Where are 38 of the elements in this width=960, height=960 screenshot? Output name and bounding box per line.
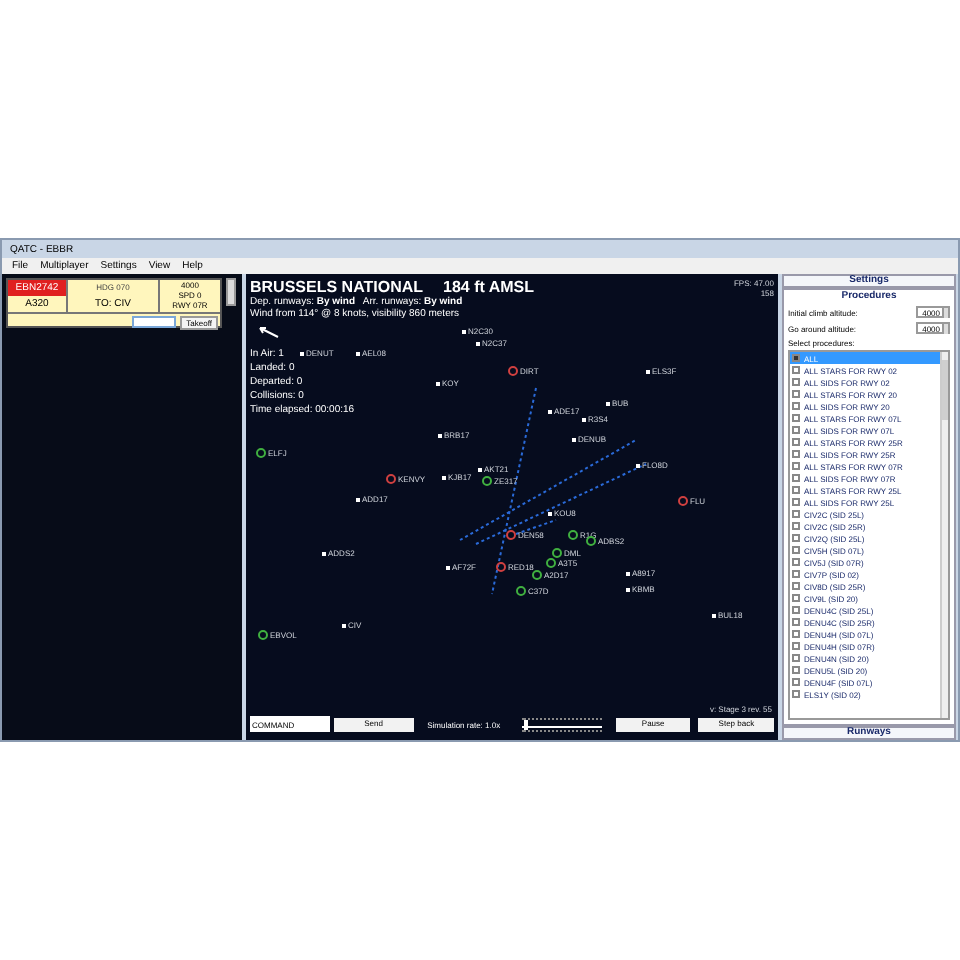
aircraft-icon[interactable] bbox=[258, 630, 268, 640]
checkbox[interactable] bbox=[792, 642, 800, 650]
rate-slider[interactable] bbox=[522, 717, 602, 731]
checkbox[interactable] bbox=[792, 678, 800, 686]
checkbox[interactable] bbox=[792, 690, 800, 698]
checkbox[interactable] bbox=[792, 630, 800, 638]
checkbox[interactable] bbox=[792, 582, 800, 590]
checkbox[interactable] bbox=[792, 354, 800, 362]
checkbox[interactable] bbox=[792, 606, 800, 614]
checkbox[interactable] bbox=[792, 486, 800, 494]
checkbox[interactable] bbox=[792, 390, 800, 398]
checkbox[interactable] bbox=[792, 558, 800, 566]
checkbox[interactable] bbox=[792, 438, 800, 446]
checkbox[interactable] bbox=[792, 510, 800, 518]
checkbox[interactable] bbox=[792, 546, 800, 554]
checkbox[interactable] bbox=[792, 474, 800, 482]
checkbox[interactable] bbox=[792, 498, 800, 506]
wind-arrow-icon bbox=[256, 326, 280, 338]
checkbox[interactable] bbox=[792, 378, 800, 386]
scrollbar[interactable] bbox=[226, 278, 236, 306]
checkbox[interactable] bbox=[792, 426, 800, 434]
checkbox[interactable] bbox=[792, 366, 800, 374]
strip-input[interactable] bbox=[132, 316, 177, 328]
checkbox[interactable] bbox=[792, 522, 800, 530]
checkbox[interactable] bbox=[792, 570, 800, 578]
checkbox[interactable] bbox=[792, 450, 800, 458]
checkbox[interactable] bbox=[792, 654, 800, 662]
checkbox[interactable] bbox=[792, 594, 800, 602]
airport-name: BRUSSELS NATIONAL bbox=[250, 278, 424, 296]
checkbox[interactable] bbox=[792, 462, 800, 470]
checkbox[interactable] bbox=[792, 402, 800, 410]
list-scrollbar[interactable] bbox=[940, 352, 948, 718]
checkbox[interactable] bbox=[792, 666, 800, 674]
aircraft-icon[interactable] bbox=[256, 448, 266, 458]
checkbox[interactable] bbox=[792, 534, 800, 542]
airport-elevation: 184 ft AMSL bbox=[443, 278, 535, 296]
checkbox[interactable] bbox=[792, 414, 800, 422]
checkbox[interactable] bbox=[792, 618, 800, 626]
